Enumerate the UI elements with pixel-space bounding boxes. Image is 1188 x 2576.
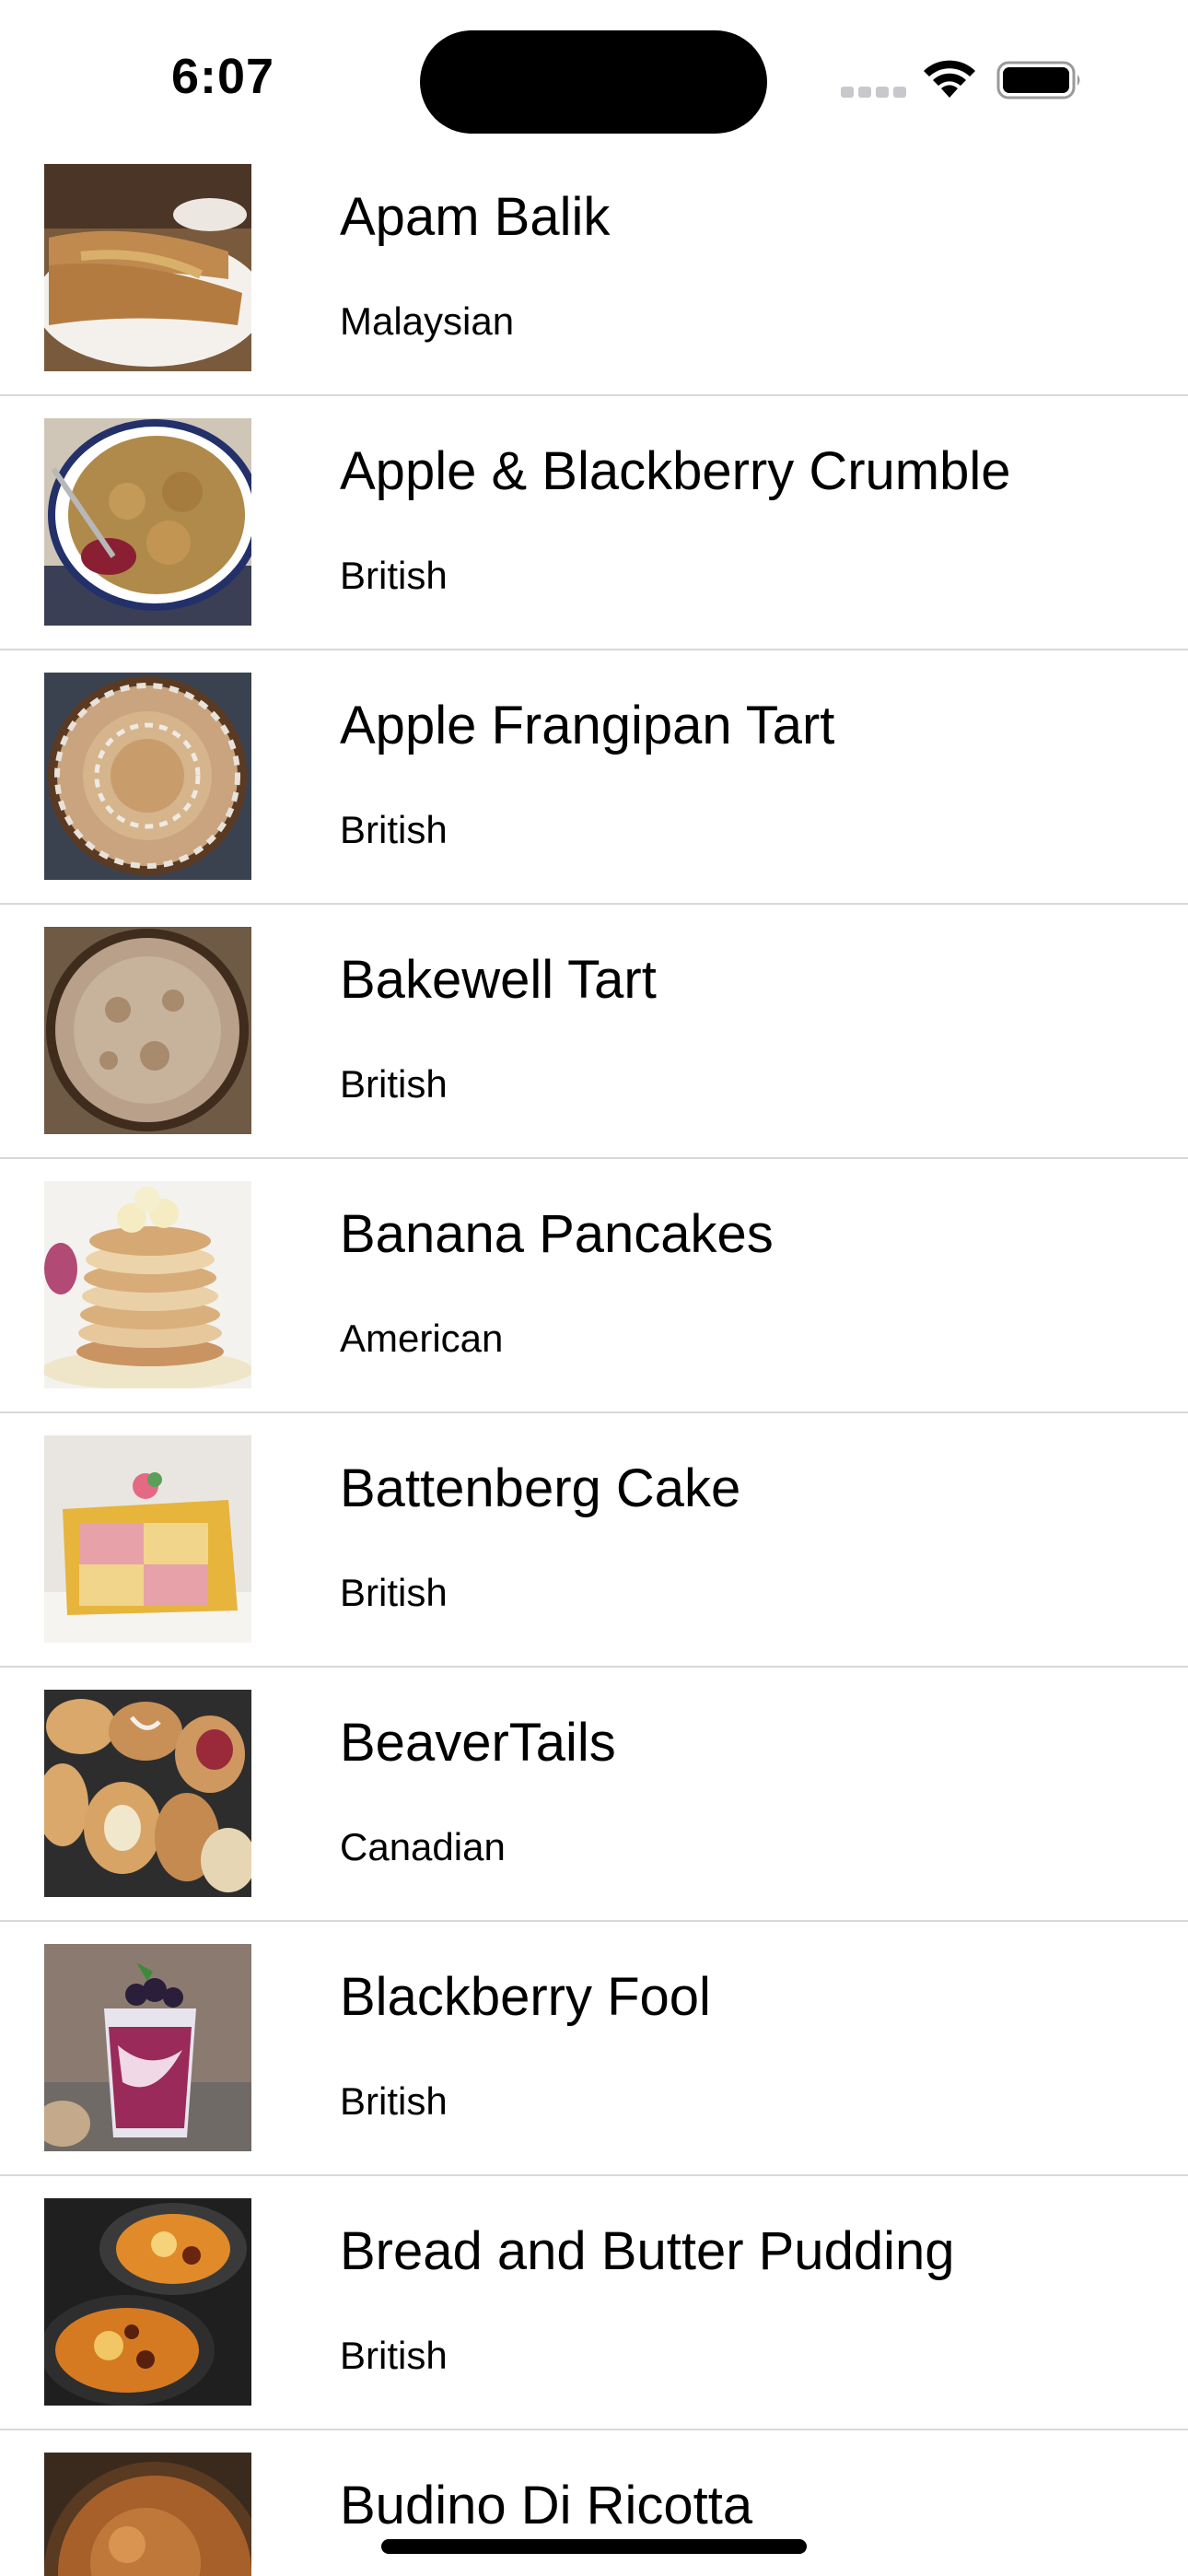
bakewell-tart-thumbnail <box>44 927 251 1134</box>
recipe-row[interactable]: Battenberg Cake British <box>0 1413 1188 1668</box>
crumble-thumbnail <box>44 418 251 626</box>
recipe-row[interactable]: Apple & Blackberry Crumble British <box>0 396 1188 650</box>
wifi-icon <box>924 60 975 98</box>
recipe-name: Blackberry Fool <box>340 1967 711 2027</box>
cellular-signal-icon <box>841 83 906 98</box>
recipe-name: Battenberg Cake <box>340 1458 741 1518</box>
recipe-area: American <box>340 1317 504 1360</box>
recipe-row[interactable]: Budino Di Ricotta <box>0 2430 1188 2576</box>
blackberry-fool-thumbnail <box>44 1944 251 2151</box>
recipe-area: British <box>340 1062 448 1106</box>
recipe-area: British <box>340 2334 448 2377</box>
recipe-list: Apam Balik Malaysian Apple & Blackberry … <box>0 142 1188 2576</box>
recipe-name: Bread and Butter Pudding <box>340 2221 955 2281</box>
recipe-area: British <box>340 2079 448 2123</box>
bread-butter-pudding-thumbnail <box>44 2198 251 2406</box>
budino-di-ricotta-thumbnail <box>44 2453 251 2576</box>
beavertails-thumbnail <box>44 1690 251 1897</box>
recipe-row[interactable]: Bakewell Tart British <box>0 905 1188 1159</box>
recipe-name: Apple Frangipan Tart <box>340 696 835 755</box>
recipe-row[interactable]: Bread and Butter Pudding British <box>0 2176 1188 2430</box>
recipe-name: Apam Balik <box>340 187 611 247</box>
banana-pancakes-thumbnail <box>44 1181 251 1388</box>
recipe-row[interactable]: Apam Balik Malaysian <box>0 142 1188 396</box>
recipe-row[interactable]: Blackberry Fool British <box>0 1922 1188 2176</box>
status-bar: 6:07 <box>0 0 1188 157</box>
recipe-area: British <box>340 1571 448 1614</box>
recipe-row[interactable]: Apple Frangipan Tart British <box>0 650 1188 905</box>
apam-balik-thumbnail <box>44 164 251 371</box>
dynamic-island <box>420 30 767 134</box>
recipe-name: Banana Pancakes <box>340 1204 774 1264</box>
recipe-name: Bakewell Tart <box>340 950 657 1010</box>
battenberg-cake-thumbnail <box>44 1435 251 1643</box>
recipe-area: Canadian <box>340 1825 506 1868</box>
recipe-row[interactable]: Banana Pancakes American <box>0 1159 1188 1413</box>
recipe-name: Budino Di Ricotta <box>340 2476 753 2535</box>
recipe-name: BeaverTails <box>340 1713 616 1773</box>
home-indicator[interactable] <box>381 2539 807 2554</box>
status-time: 6:07 <box>171 49 275 104</box>
recipe-area: British <box>340 554 448 597</box>
recipe-area: Malaysian <box>340 299 515 343</box>
recipe-list-screen: 6:07 Apam Balik Malaysian Apple & Blackb… <box>0 0 1188 2576</box>
recipe-area: British <box>340 808 448 851</box>
recipe-name: Apple & Blackberry Crumble <box>340 441 1011 501</box>
frangipan-tart-thumbnail <box>44 673 251 880</box>
recipe-row[interactable]: BeaverTails Canadian <box>0 1668 1188 1922</box>
battery-icon <box>996 61 1080 100</box>
